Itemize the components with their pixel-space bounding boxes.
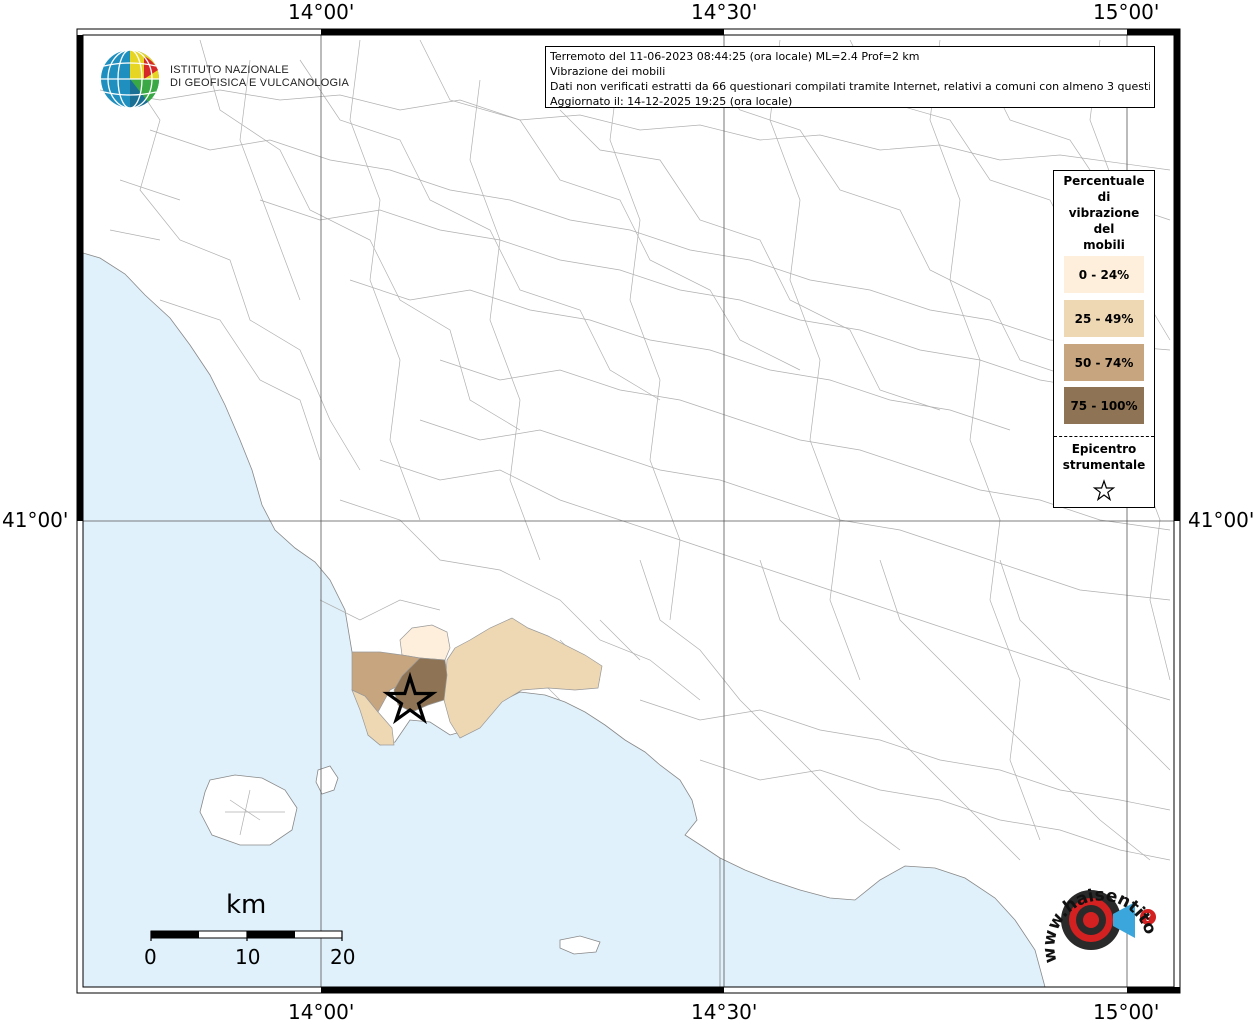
legend-title-line1: Percentuale [1063,174,1145,188]
top-tick-label-1: 14°00' [288,0,355,24]
ingv-globe-icon [101,49,160,109]
bottom-tick-label-3: 15°00' [1093,1000,1160,1024]
scale-bar-unit: km [226,890,267,920]
legend-epicenter-line2: strumentale [1062,458,1146,472]
scale-label-10: 10 [235,945,261,969]
legend-swatch-25-49: 25 - 49% [1064,300,1144,337]
left-tick-label: 41°00' [2,508,69,532]
top-tick-label-2: 14°30' [691,0,758,24]
info-effect: Vibrazione dei mobili [550,65,666,78]
scale-label-0: 0 [144,945,157,969]
legend-title-line5: mobili [1083,238,1125,252]
scale-label-20: 20 [330,945,356,969]
legend-epicenter-line1: Epicentro [1071,442,1137,456]
legend-title-line3: vibrazione [1068,206,1140,220]
legend-box: Percentuale di vibrazione del mobili 0 -… [1053,170,1155,508]
legend-title-line2: di [1097,190,1111,204]
top-tick-label-3: 15°00' [1093,0,1160,24]
earthquake-info-box: Terremoto del 11-06-2023 08:44:25 (ora l… [545,46,1155,108]
ingv-logo-line2: DI GEOFISICA E VULCANOLOGIA [170,77,349,89]
legend-title-line4: del [1093,222,1115,236]
scale-bar [150,930,343,941]
legend-swatch-75-100: 75 - 100% [1064,387,1144,424]
haisentito-logo: ? www.haisentitoilterremoto.it [1035,862,1160,965]
bottom-tick-label-2: 14°30' [691,1000,758,1024]
legend-swatch-0-24: 0 - 24% [1064,256,1144,293]
bottom-tick-label-1: 14°00' [288,1000,355,1024]
legend-swatch-50-74: 50 - 74% [1064,344,1144,381]
legend-separator [1054,436,1154,437]
info-updated: Aggiornato il: 14-12-2025 19:25 (ora loc… [550,95,793,108]
right-tick-label: 41°00' [1188,508,1255,532]
legend-star-icon [1092,479,1116,501]
info-event: Terremoto del 11-06-2023 08:44:25 (ora l… [550,50,920,63]
legend-epicenter-label: Epicentro strumentale [1054,441,1154,473]
legend-title: Percentuale di vibrazione del mobili [1054,173,1154,253]
ingv-logo-text: ISTITUTO NAZIONALE DI GEOFISICA E VULCAN… [170,64,349,90]
info-data-note: Dati non verificati estratti da 66 quest… [550,80,1150,93]
ingv-logo-line1: ISTITUTO NAZIONALE [170,64,289,76]
